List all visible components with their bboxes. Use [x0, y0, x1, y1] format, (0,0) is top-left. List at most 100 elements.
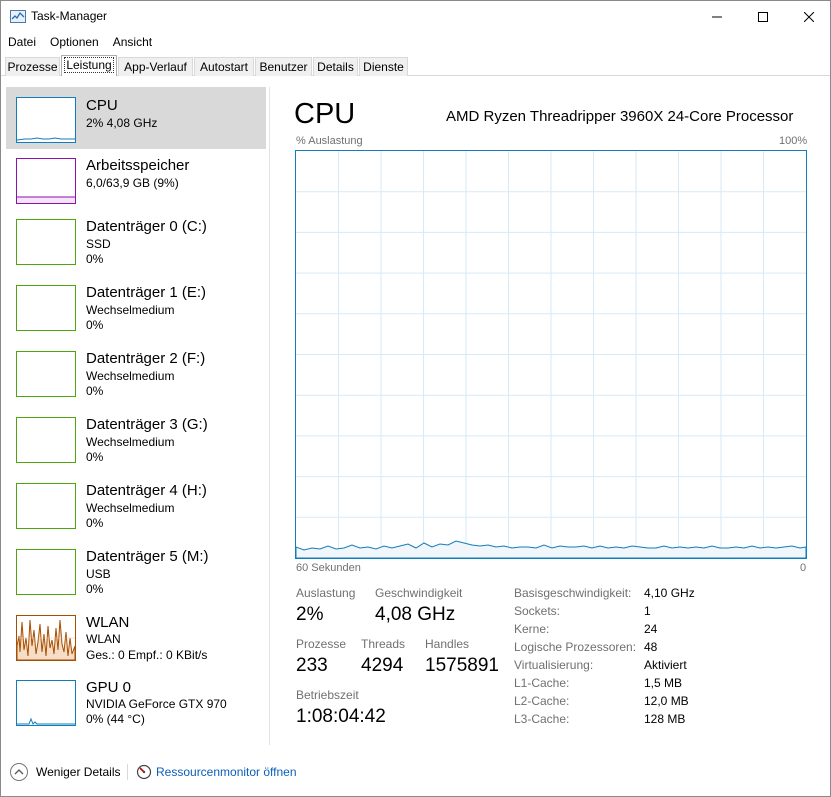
title-bar[interactable]: Task-Manager: [1, 1, 830, 32]
sidebar-item-detail: Wechselmedium: [86, 303, 175, 317]
info-value-l3-cache: 128 MB: [644, 712, 686, 726]
disk-thumbnail-graph: [16, 417, 76, 463]
sidebar-item-usage: 0%: [86, 318, 104, 332]
maximize-icon: [758, 11, 768, 22]
handles-label: Handles: [425, 637, 470, 651]
tab-details[interactable]: Details: [313, 57, 358, 76]
sidebar-item-cpu[interactable]: CPU 2% 4,08 GHz: [6, 87, 266, 149]
processes-value: 233: [296, 655, 328, 676]
task-manager-window: Task-Manager Datei Optionen Ansicht Proz…: [0, 0, 831, 797]
sidebar-item-detail: Wechselmedium: [86, 501, 175, 515]
disk-thumbnail-graph: [16, 483, 76, 529]
chevron-up-icon[interactable]: [10, 763, 28, 781]
sidebar-item-usage: 0%: [86, 582, 104, 596]
menu-optionen[interactable]: Optionen: [43, 33, 106, 51]
menu-datei[interactable]: Datei: [1, 33, 43, 51]
sidebar-item-detail: WLAN: [86, 632, 121, 646]
fewer-details-link[interactable]: Weniger Details: [36, 765, 120, 779]
info-label-l1-cache: L1-Cache:: [514, 676, 570, 690]
info-value-cores: 24: [644, 622, 658, 636]
utilization-value: 2%: [296, 604, 324, 625]
info-label-l2-cache: L2-Cache:: [514, 694, 570, 708]
sidebar-item-name: GPU 0: [86, 679, 132, 696]
info-label-virtualization: Virtualisierung:: [514, 658, 594, 672]
tab-leistung[interactable]: Leistung: [61, 55, 117, 76]
threads-label: Threads: [361, 637, 406, 651]
tab-autostart[interactable]: Autostart: [194, 57, 254, 76]
sidebar-item-memory[interactable]: Arbeitsspeicher 6,0/63,9 GB (9%): [6, 149, 266, 211]
disk-thumbnail-graph: [16, 549, 76, 595]
sidebar-item-usage: 0%: [86, 450, 104, 464]
graph-min-label: 0: [800, 562, 807, 574]
menu-bar: Datei Optionen Ansicht: [1, 33, 159, 51]
sidebar-item-name: Datenträger 5 (M:): [86, 548, 209, 565]
window-title: Task-Manager: [31, 9, 108, 23]
sidebar-item-detail: Wechselmedium: [86, 369, 175, 383]
sidebar-item-detail: SSD: [86, 237, 111, 251]
cpu-thumbnail-graph: [16, 97, 76, 143]
disk-thumbnail-graph: [16, 285, 76, 331]
sidebar-item-gpu-0[interactable]: GPU 0 NVIDIA GeForce GTX 970 0% (44 °C): [6, 673, 266, 735]
disk-thumbnail-graph: [16, 219, 76, 265]
minimize-button[interactable]: [694, 1, 740, 32]
sidebar-item-name: Datenträger 4 (H:): [86, 482, 207, 499]
speed-label: Geschwindigkeit: [375, 586, 463, 600]
info-value-l1-cache: 1,5 MB: [644, 676, 683, 690]
wlan-thumbnail-graph: [16, 615, 76, 661]
footer-separator: [127, 764, 128, 780]
page-title: CPU: [294, 98, 356, 130]
threads-value: 4294: [361, 655, 404, 676]
info-value-sockets: 1: [644, 604, 651, 618]
utilization-label: Auslastung: [296, 586, 356, 600]
sidebar-item-usage: 0% (44 °C): [86, 712, 145, 726]
close-button[interactable]: [786, 1, 831, 32]
resource-monitor-icon[interactable]: [136, 764, 152, 780]
uptime-label: Betriebszeit: [296, 688, 359, 702]
close-icon: [804, 11, 814, 22]
info-value-base-speed: 4,10 GHz: [644, 586, 695, 600]
sidebar-item-disk-0[interactable]: Datenträger 0 (C:) SSD 0%: [6, 211, 266, 273]
gpu-thumbnail-graph: [16, 680, 76, 726]
tab-prozesse[interactable]: Prozesse: [5, 57, 60, 76]
info-label-logical-processors: Logische Prozessoren:: [514, 640, 637, 654]
graph-max-label: 100%: [779, 135, 808, 147]
processor-name: AMD Ryzen Threadripper 3960X 24-Core Pro…: [446, 108, 794, 125]
sidebar-item-usage: 0%: [86, 516, 104, 530]
sidebar-item-name: CPU: [86, 97, 118, 114]
sidebar-item-detail: 6,0/63,9 GB (9%): [86, 176, 179, 190]
graph-time-label: 60 Sekunden: [296, 562, 361, 574]
sidebar-item-usage: 0%: [86, 252, 104, 266]
info-value-virtualization: Aktiviert: [644, 658, 687, 672]
sidebar-item-name: Datenträger 2 (F:): [86, 350, 206, 367]
sidebar-item-disk-4[interactable]: Datenträger 4 (H:) Wechselmedium 0%: [6, 475, 266, 537]
sidebar-item-disk-1[interactable]: Datenträger 1 (E:) Wechselmedium 0%: [6, 277, 266, 339]
sidebar-item-name: Datenträger 1 (E:): [86, 284, 207, 301]
tab-dienste[interactable]: Dienste: [359, 57, 408, 76]
menu-ansicht[interactable]: Ansicht: [106, 33, 159, 51]
info-label-cores: Kerne:: [514, 622, 550, 636]
tab-bar: Prozesse Leistung App-Verlauf Autostart …: [1, 55, 830, 76]
sidebar-item-name: WLAN: [86, 614, 130, 631]
sidebar-item-wlan[interactable]: WLAN WLAN Ges.: 0 Empf.: 0 KBit/s: [6, 607, 266, 669]
maximize-button[interactable]: [740, 1, 786, 32]
sidebar-item-throughput: Ges.: 0 Empf.: 0 KBit/s: [86, 648, 208, 662]
uptime-value: 1:08:04:42: [296, 706, 386, 727]
sidebar-item-disk-2[interactable]: Datenträger 2 (F:) Wechselmedium 0%: [6, 343, 266, 405]
minimize-icon: [712, 16, 722, 17]
sidebar-item-detail: NVIDIA GeForce GTX 970: [86, 697, 227, 711]
sidebar-item-detail: Wechselmedium: [86, 435, 175, 449]
tab-benutzer[interactable]: Benutzer: [255, 57, 312, 76]
tab-app-verlauf[interactable]: App-Verlauf: [118, 57, 193, 76]
cpu-utilization-graph: [295, 150, 807, 559]
sidebar-item-disk-5[interactable]: Datenträger 5 (M:) USB 0%: [6, 541, 266, 603]
footer-bar: Weniger Details Ressourcenmonitor öffnen: [1, 758, 830, 788]
info-value-l2-cache: 12,0 MB: [644, 694, 689, 708]
sidebar-item-usage: 0%: [86, 384, 104, 398]
open-resource-monitor-link[interactable]: Ressourcenmonitor öffnen: [156, 765, 297, 779]
info-label-l3-cache: L3-Cache:: [514, 712, 570, 726]
sidebar-divider: [269, 87, 270, 745]
task-manager-app-icon: [10, 10, 26, 23]
sidebar-item-disk-3[interactable]: Datenträger 3 (G:) Wechselmedium 0%: [6, 409, 266, 471]
handles-value: 1575891: [425, 655, 499, 676]
speed-value: 4,08 GHz: [375, 604, 456, 625]
